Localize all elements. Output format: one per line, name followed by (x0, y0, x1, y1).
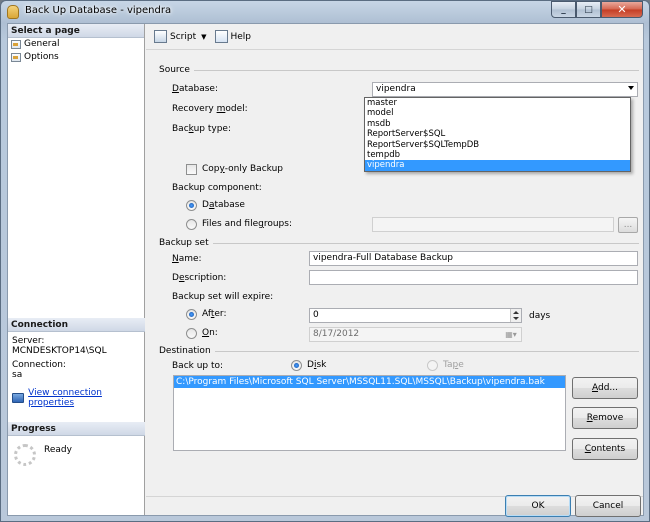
database-icon (7, 5, 19, 19)
dropdown-option[interactable]: model (365, 108, 630, 118)
description-label: Description: (172, 273, 227, 283)
database-radio[interactable] (186, 200, 197, 211)
connection-section: Connection Server: MCNDESKTOP14\SQL Conn… (8, 318, 145, 412)
add-button[interactable]: Add... (572, 377, 638, 399)
dropdown-option[interactable]: ReportServer$SQL (365, 129, 630, 139)
after-days-value: 0 (313, 310, 319, 320)
destination-group: Destination (159, 346, 639, 356)
view-connection-properties-link[interactable]: View connection properties (28, 388, 141, 408)
tape-radio (427, 360, 438, 371)
on-label: On: (202, 328, 218, 338)
close-button[interactable]: ✕ (601, 1, 643, 18)
cancel-button[interactable]: Cancel (575, 495, 641, 517)
dialog-window: Back Up Database - vipendra _ □ ✕ Select… (0, 0, 650, 522)
database-label: Database: (172, 84, 218, 94)
database-combo[interactable]: vipendra (372, 82, 638, 97)
help-button[interactable]: Help (213, 28, 254, 46)
database-value: vipendra (376, 84, 416, 94)
source-group: Source (159, 65, 639, 75)
chevron-down-icon (628, 86, 634, 90)
destination-list[interactable]: C:\Program Files\Microsoft SQL Server\MS… (173, 375, 566, 451)
page-icon (11, 40, 21, 49)
left-pane: Select a page General Options Connection… (8, 24, 145, 515)
dropdown-option-selected[interactable]: vipendra (365, 160, 630, 171)
window-title: Back Up Database - vipendra (25, 5, 172, 16)
after-radio[interactable] (186, 309, 197, 320)
calendar-icon: ▦▾ (505, 330, 517, 339)
page-item-options[interactable]: Options (8, 51, 144, 64)
script-label: Script (170, 31, 197, 42)
tape-label: Tape (443, 360, 464, 370)
on-radio[interactable] (186, 328, 197, 339)
progress-section: Progress Ready (8, 422, 145, 466)
progress-spinner-icon (14, 444, 36, 466)
dropdown-option[interactable]: tempdb (365, 150, 630, 160)
page-item-general[interactable]: General (8, 38, 144, 51)
after-label: After: (202, 309, 227, 319)
remove-button[interactable]: Remove (572, 407, 638, 429)
page-label: Options (24, 52, 59, 62)
maximize-button[interactable]: □ (576, 1, 601, 18)
spin-arrows-icon[interactable] (510, 309, 521, 322)
expire-label: Backup set will expire: (172, 292, 274, 302)
description-input[interactable] (309, 270, 638, 285)
browse-files-button[interactable]: ... (618, 217, 638, 233)
script-icon (154, 30, 167, 43)
dropdown-option[interactable]: master (365, 98, 630, 108)
script-button[interactable]: Script ▼ (152, 28, 209, 46)
server-value: MCNDESKTOP14\SQL (12, 346, 107, 356)
recovery-model-label: Recovery model: (172, 104, 248, 114)
after-days-stepper[interactable]: 0 (309, 308, 522, 323)
ok-button[interactable]: OK (505, 495, 571, 517)
connection-value: sa (12, 370, 23, 380)
progress-header: Progress (8, 422, 145, 436)
database-radio-label: Database (202, 200, 245, 210)
connection-properties-icon (12, 393, 25, 403)
contents-button[interactable]: Contents (572, 438, 638, 460)
files-filegroups-radio[interactable] (186, 219, 197, 230)
on-date-picker: 8/17/2012 ▦▾ (309, 327, 522, 342)
connection-header: Connection (8, 318, 145, 332)
disk-radio[interactable] (291, 360, 302, 371)
help-icon (214, 30, 228, 43)
files-filegroups-field (372, 217, 614, 232)
copy-only-checkbox[interactable] (186, 164, 197, 175)
dropdown-option[interactable]: ReportServer$SQLTempDB (365, 140, 630, 150)
connection-label: Connection: (12, 360, 66, 370)
help-label: Help (230, 31, 252, 42)
backup-component-label: Backup component: (172, 183, 262, 193)
chevron-down-icon: ▼ (201, 32, 207, 41)
title-bar[interactable]: Back Up Database - vipendra _ □ ✕ (1, 1, 649, 23)
caption-buttons: _ □ ✕ (551, 1, 643, 18)
toolbar: Script ▼ Help (146, 24, 643, 50)
minimize-button[interactable]: _ (551, 1, 576, 18)
dropdown-option[interactable]: msdb (365, 119, 630, 129)
disk-label: Disk (307, 360, 327, 370)
name-input[interactable]: vipendra-Full Database Backup (309, 251, 638, 266)
database-dropdown-list[interactable]: master model msdb ReportServer$SQL Repor… (364, 97, 631, 172)
backup-set-group: Backup set (159, 238, 639, 248)
name-label: Name: (172, 254, 202, 264)
page-icon (11, 53, 21, 62)
destination-item[interactable]: C:\Program Files\Microsoft SQL Server\MS… (174, 376, 565, 388)
backup-type-label: Backup type: (172, 124, 231, 134)
on-date-value: 8/17/2012 (313, 329, 360, 339)
page-label: General (24, 39, 60, 49)
back-up-to-label: Back up to: (172, 361, 224, 371)
server-label: Server: (12, 336, 45, 346)
progress-status: Ready (44, 445, 72, 455)
copy-only-label: Copy-only Backup (202, 164, 283, 174)
days-label: days (529, 311, 551, 321)
files-filegroups-label: Files and filegroups: (202, 219, 292, 229)
select-page-header: Select a page (8, 24, 144, 38)
